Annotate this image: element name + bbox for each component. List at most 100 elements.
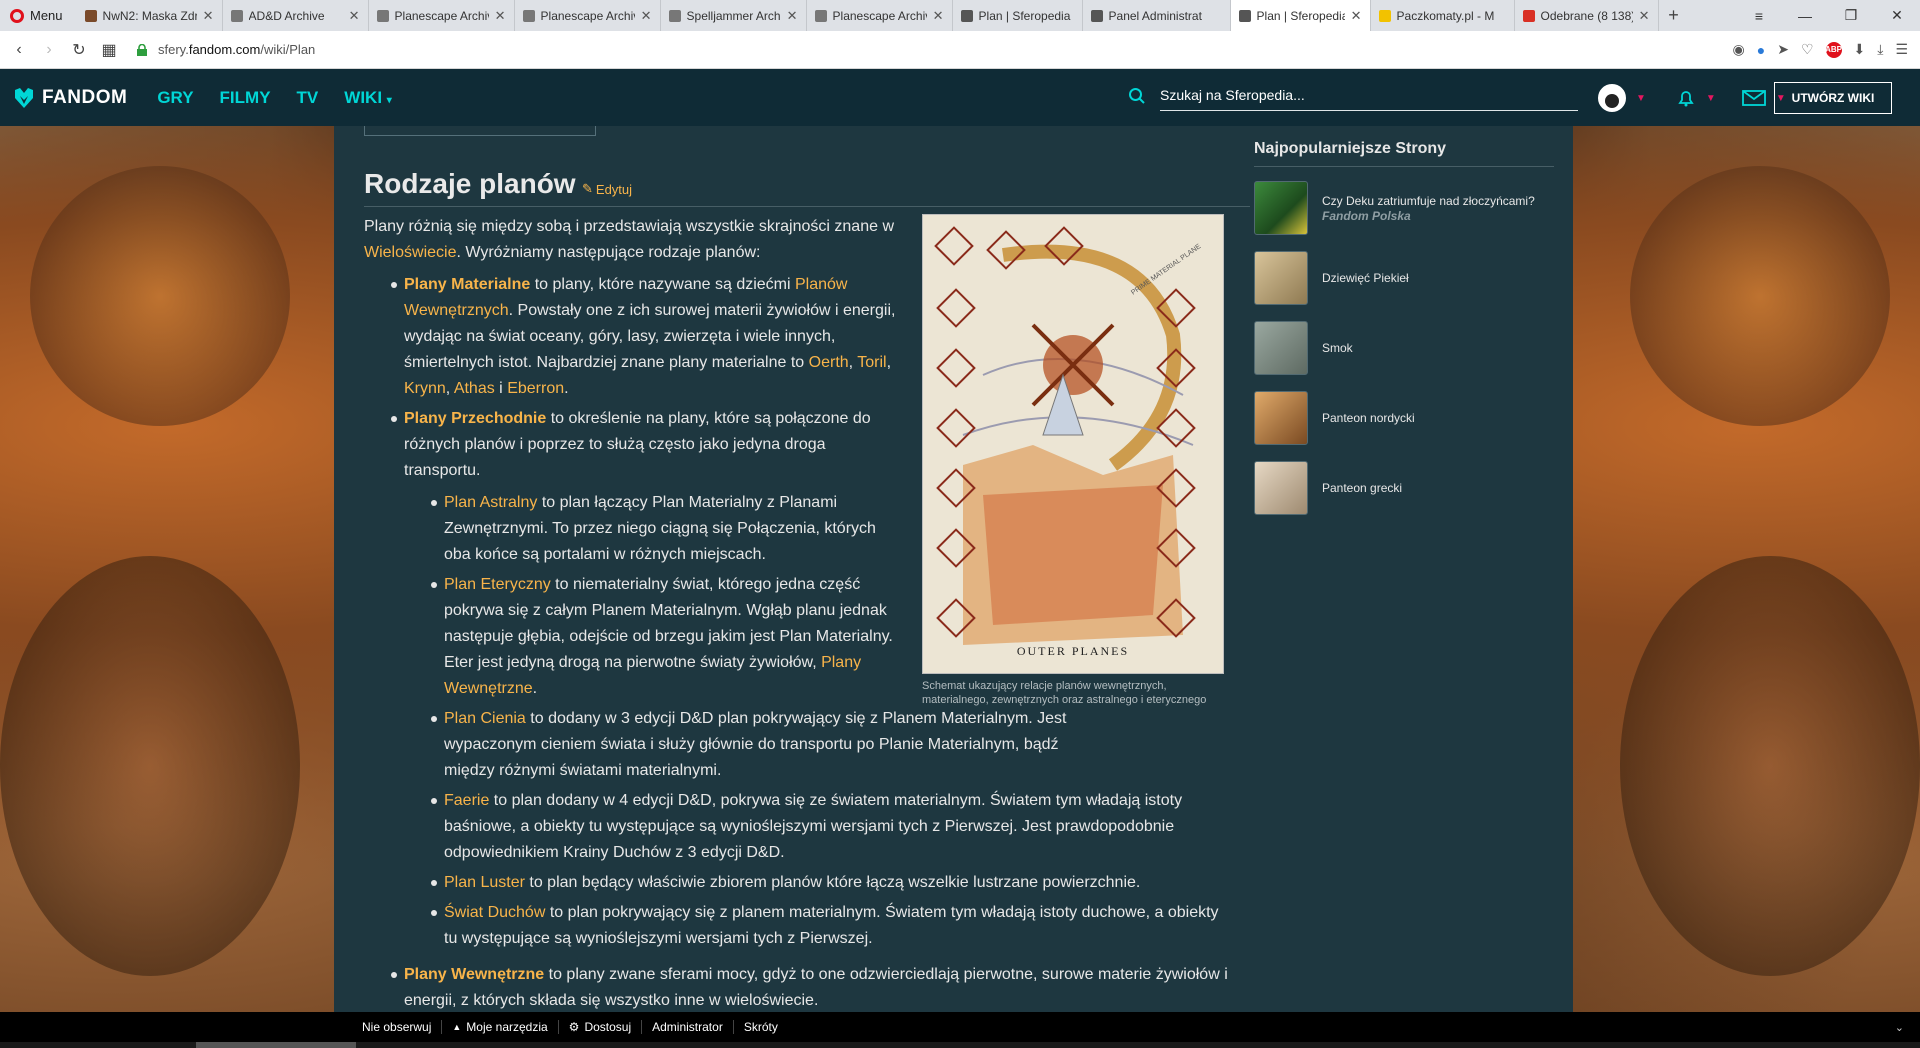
- bell-icon[interactable]: [1676, 88, 1696, 108]
- browser-tab[interactable]: NwN2: Maska Zdr ✕: [77, 0, 223, 31]
- popular-page-item[interactable]: Dziewięć Piekieł: [1254, 249, 1554, 307]
- popular-page-item[interactable]: Panteon grecki: [1254, 459, 1554, 517]
- url-field[interactable]: sfery.fandom.com/wiki/Plan: [158, 42, 315, 57]
- browser-tab[interactable]: Spelljammer Archi ✕: [661, 0, 807, 31]
- administrator-link[interactable]: Administrator: [642, 1020, 734, 1034]
- link-toril[interactable]: Toril: [857, 354, 886, 371]
- nav-link-filmy[interactable]: FILMY: [220, 88, 271, 108]
- link-plany-materialne[interactable]: Plany Materialne: [404, 276, 530, 293]
- link-oerth[interactable]: Oerth: [809, 354, 849, 371]
- browser-tab[interactable]: Odebrane (8 138) ✕: [1515, 0, 1659, 31]
- link-plany-wewnetrzne-title[interactable]: Plany Wewnętrzne: [404, 966, 544, 983]
- tab-label: Plan | Sferopedia: [1256, 8, 1345, 23]
- close-icon[interactable]: ✕: [641, 8, 652, 24]
- close-icon[interactable]: ✕: [203, 8, 214, 24]
- popular-page-item[interactable]: Panteon nordycki: [1254, 389, 1554, 447]
- close-icon[interactable]: ✕: [1351, 8, 1362, 24]
- downloads-icon[interactable]: ⤓: [1877, 41, 1883, 58]
- browser-tab[interactable]: Planescape Archiv ✕: [807, 0, 953, 31]
- browser-tab[interactable]: AD&D Archive ✕: [223, 0, 369, 31]
- browser-tab[interactable]: Planescape Archiv ✕: [369, 0, 515, 31]
- browser-tab[interactable]: Plan | Sferopedia: [953, 0, 1083, 31]
- list-item-inner: Plany Wewnętrzne to plany zwane sferami …: [391, 962, 1234, 1014]
- fandom-heart-icon: [15, 87, 33, 108]
- outer-planes-figure: OUTER PLANES PRIME MATERIAL PLANE Schema…: [922, 214, 1224, 707]
- browser-tab-active[interactable]: Plan | Sferopedia ✕: [1230, 0, 1371, 31]
- close-icon[interactable]: ✕: [787, 8, 798, 24]
- back-icon[interactable]: ‹: [4, 41, 34, 59]
- opera-menu-button[interactable]: Menu: [0, 0, 77, 31]
- forward-icon[interactable]: ›: [34, 41, 64, 59]
- background-texture: [1620, 556, 1920, 976]
- chevron-down-icon[interactable]: ▼: [1636, 93, 1646, 104]
- collapse-toolbar-icon[interactable]: ⌄: [1895, 1021, 1920, 1034]
- nav-link-gry[interactable]: GRY: [157, 88, 193, 108]
- nav-link-tv[interactable]: TV: [297, 88, 319, 108]
- link-plany-przechodnie[interactable]: Plany Przechodnie: [404, 410, 546, 427]
- outer-planes-illustration: OUTER PLANES PRIME MATERIAL PLANE: [923, 215, 1223, 673]
- adblock-icon[interactable]: ABP: [1825, 41, 1842, 58]
- reload-icon[interactable]: ↻: [64, 40, 94, 60]
- thumbnail: [1254, 391, 1308, 445]
- nav-link-wiki[interactable]: WIKI ▾: [344, 88, 392, 108]
- heart-icon[interactable]: ♡: [1801, 41, 1814, 58]
- tab-menu-icon[interactable]: ≡: [1736, 0, 1782, 31]
- restore-icon[interactable]: ❐: [1828, 0, 1874, 31]
- easy-setup-icon[interactable]: ☰: [1895, 41, 1908, 58]
- shortcuts-link[interactable]: Skróty: [734, 1020, 788, 1034]
- mail-icon[interactable]: [1741, 89, 1766, 107]
- link-plan-cienia[interactable]: Plan Cienia: [444, 710, 526, 727]
- close-window-icon[interactable]: ✕: [1874, 0, 1920, 31]
- thumbnail: [1254, 181, 1308, 235]
- popular-page-item[interactable]: Czy Deku zatriumfuje nad złoczyńcami? Fa…: [1254, 179, 1554, 237]
- link-wieloswiat[interactable]: Wieloświecie: [364, 244, 456, 261]
- edit-label: Edytuj: [595, 181, 633, 197]
- search-icon[interactable]: [1128, 87, 1146, 105]
- link-plan-eteryczny[interactable]: Plan Eteryczny: [444, 576, 551, 593]
- favicon-icon: [84, 9, 97, 22]
- list-item-transitive: Plany Przechodnie to określenie na plany…: [391, 406, 904, 484]
- minimize-icon[interactable]: —: [1782, 0, 1828, 31]
- speed-dial-icon[interactable]: ▦: [94, 40, 124, 60]
- close-icon[interactable]: ✕: [933, 8, 944, 24]
- my-tools-menu[interactable]: ▲ Moje narzędzia: [442, 1020, 559, 1034]
- shield-icon[interactable]: ●: [1757, 42, 1765, 58]
- link-krynn[interactable]: Krynn: [404, 380, 446, 397]
- browser-tab[interactable]: Planescape Archiv ✕: [515, 0, 661, 31]
- new-tab-icon[interactable]: +: [1659, 5, 1689, 26]
- fandom-logo[interactable]: FANDOM: [12, 86, 127, 110]
- popular-page-item[interactable]: Smok: [1254, 319, 1554, 377]
- link-eberron[interactable]: Eberron: [507, 380, 564, 397]
- download-arrow-icon[interactable]: ⬇: [1854, 41, 1866, 58]
- horizontal-scrollbar[interactable]: [0, 1042, 1920, 1048]
- avatar[interactable]: [1598, 84, 1626, 112]
- favicon-icon: [814, 9, 827, 22]
- create-wiki-button[interactable]: UTWÓRZ WIKI: [1774, 82, 1892, 114]
- close-icon[interactable]: ✕: [1639, 8, 1650, 24]
- list-item: Świat Duchów to plan pokrywający się z p…: [431, 900, 1234, 952]
- menu-label: Menu: [30, 8, 63, 23]
- chevron-down-icon[interactable]: ▼: [1706, 93, 1716, 104]
- browser-tab[interactable]: Panel Administrat: [1083, 0, 1231, 31]
- thumbnail: [1254, 461, 1308, 515]
- close-icon[interactable]: ✕: [349, 8, 360, 24]
- search-input[interactable]: Szukaj na Sferopedia...: [1160, 81, 1578, 111]
- link-athas[interactable]: Athas: [454, 380, 495, 397]
- camera-icon[interactable]: ◉: [1733, 41, 1745, 58]
- close-icon[interactable]: ✕: [495, 8, 506, 24]
- wiki-content-panel: Rodzaje planów ✎ Edytuj Plany różnią się…: [334, 126, 1573, 1012]
- link-plan-astralny[interactable]: Plan Astralny: [444, 494, 537, 511]
- browser-tab[interactable]: Paczkomaty.pl - M: [1371, 0, 1515, 31]
- link-plan-luster[interactable]: Plan Luster: [444, 874, 525, 891]
- unfollow-button[interactable]: Nie obserwuj: [352, 1020, 443, 1034]
- scrollbar-thumb[interactable]: [196, 1042, 356, 1048]
- link-faerie[interactable]: Faerie: [444, 792, 489, 809]
- send-icon[interactable]: ➤: [1777, 41, 1789, 58]
- link-swiat-duchow[interactable]: Świat Duchów: [444, 904, 545, 921]
- popular-pages-rail: Najpopularniejsze Strony Czy Deku zatriu…: [1254, 140, 1554, 517]
- edit-section-link[interactable]: ✎ Edytuj: [582, 181, 632, 197]
- outer-planes-image[interactable]: OUTER PLANES PRIME MATERIAL PLANE: [922, 214, 1224, 674]
- customize-button[interactable]: ⚙ Dostosuj: [559, 1020, 643, 1034]
- table-of-contents-edge: [364, 126, 596, 136]
- fandom-favicon-icon: [1090, 9, 1103, 22]
